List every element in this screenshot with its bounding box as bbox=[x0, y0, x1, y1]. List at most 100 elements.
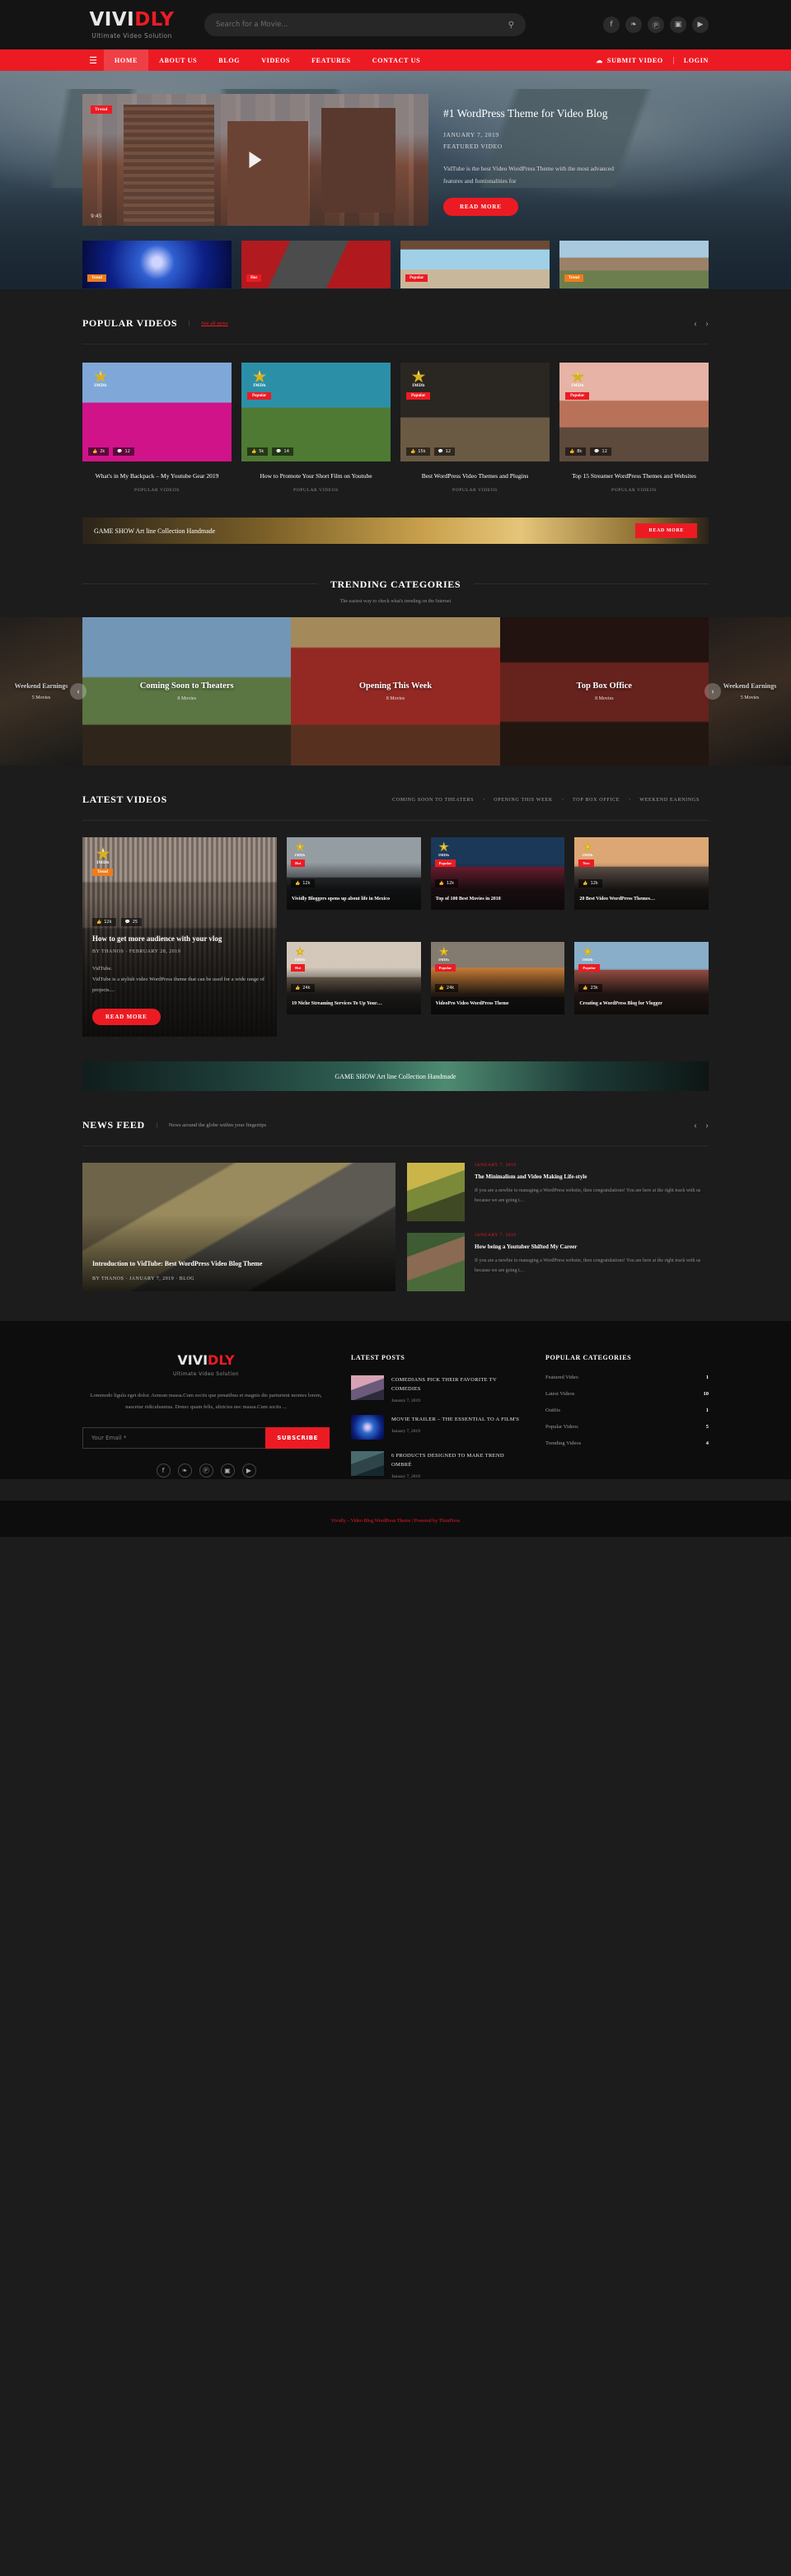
nav-item-blog[interactable]: BLOG bbox=[208, 49, 250, 71]
carousel-prev-icon[interactable]: ‹ bbox=[694, 317, 697, 330]
hero-thumb-card[interactable]: Hot A Star Being Born Full HD JANUARY 15… bbox=[241, 241, 391, 289]
latest-featured-content: ★ 9 IMDb Trend 👍 12k 💬 25 How to get more … bbox=[82, 837, 277, 1037]
latest-video-card[interactable]: ★ 5 IMDb Popular 👍 23k Creating a WordPre… bbox=[574, 942, 709, 1014]
footer-post-item[interactable]: 6 PRODUCTS DESIGNED TO MAKE TREND OMBRÉ … bbox=[351, 1450, 524, 1479]
latest-video-card[interactable]: ★ 5 IMDb New 👍 12k 20 Best Video WordPres… bbox=[574, 837, 709, 910]
logo-text: VIVIDLY bbox=[82, 8, 181, 30]
submit-video-label: SUBMIT VIDEO bbox=[606, 56, 663, 64]
comment-count: 💬 12 bbox=[113, 447, 134, 456]
hero-thumb-card[interactable]: Trend Cinematic Vimeo Videos JANUARY 16,… bbox=[82, 241, 232, 289]
tab-coming-soon-to-theaters[interactable]: COMING SOON TO THEATERS bbox=[383, 798, 483, 803]
search-input[interactable] bbox=[216, 21, 508, 29]
latest-featured-card[interactable]: ★ 9 IMDb Trend 👍 12k 💬 25 How to get more … bbox=[82, 837, 277, 1037]
imdb-score: 5 bbox=[576, 372, 579, 377]
news-list-item[interactable]: JANUARY 7, 2019 The Minimalism and Video… bbox=[407, 1163, 709, 1221]
featured-video-player[interactable]: Trend 9:45 bbox=[82, 94, 428, 226]
instagram-icon[interactable]: ▣ bbox=[220, 1464, 235, 1478]
latest-video-card[interactable]: ★ 5 IMDb Popular 👍 24k VideoPro Video Wor… bbox=[430, 942, 565, 1014]
footer-post-item[interactable]: MOVIE TRAILER – THE ESSENTIAL TO A FILM'… bbox=[351, 1414, 524, 1440]
news-item-excerpt: If you are a newbie to managing a WordPr… bbox=[475, 1258, 701, 1273]
nav-right-actions: ☁ SUBMIT VIDEO LOGIN bbox=[596, 49, 709, 71]
tab-weekend-earnings[interactable]: WEEKEND EARNINGS bbox=[630, 798, 709, 803]
login-button[interactable]: LOGIN bbox=[674, 57, 709, 64]
promo-banner-2[interactable]: GAME SHOW Art line Collection Handmade bbox=[82, 1061, 709, 1091]
footer-category-row[interactable]: Popular Videos 5 bbox=[545, 1424, 709, 1430]
video-card[interactable]: ★ 5 IMDb 👍 2k 💬 12 What's in My Backpack –… bbox=[82, 363, 232, 493]
pinterest-icon[interactable]: Ⓟ bbox=[648, 16, 664, 33]
trending-header: TRENDING CATEGORIES The easiest way to c… bbox=[0, 577, 791, 604]
hero-thumb-card[interactable]: Trend Aqua King 2018 JANUARY 13, 2019 bbox=[559, 241, 709, 289]
newsletter-email-input[interactable] bbox=[82, 1427, 266, 1450]
tab-top-box-office[interactable]: TOP BOX OFFICE bbox=[564, 798, 629, 803]
trending-category-card[interactable]: Opening This Week 8 Movies bbox=[291, 617, 500, 766]
youtube-icon[interactable]: ▶ bbox=[692, 16, 709, 33]
nav-item-about-us[interactable]: ABOUT US bbox=[148, 49, 208, 71]
footer-post-date: January 7, 2019 bbox=[391, 1428, 420, 1434]
carousel-prev-icon[interactable]: ‹ bbox=[694, 1119, 697, 1131]
video-card-category: POPULAR VIDEOS bbox=[611, 488, 657, 493]
facebook-icon[interactable]: f bbox=[156, 1464, 171, 1478]
hero-thumb-tag: Trend bbox=[87, 274, 106, 282]
news-featured-card[interactable]: Introduction to VidTube: Best WordPress … bbox=[82, 1163, 396, 1291]
hero-read-more-button[interactable]: READ MORE bbox=[443, 198, 518, 217]
footer-category-row[interactable]: Trending Videos 4 bbox=[545, 1440, 709, 1446]
footer-category-name: Popular Videos bbox=[545, 1423, 578, 1430]
logo-accent: DLY bbox=[134, 8, 175, 30]
footer-category-row[interactable]: Featured Video 1 bbox=[545, 1375, 709, 1380]
see-all-news-link[interactable]: See all news bbox=[189, 321, 228, 326]
instagram-icon[interactable]: ▣ bbox=[670, 16, 686, 33]
promo-banner[interactable]: GAME SHOW Art line Collection Handmade R… bbox=[82, 518, 709, 544]
nav-item-videos[interactable]: VIDEOS bbox=[250, 49, 301, 71]
latest-video-card[interactable]: ★ 5 IMDb Hot 👍 24k 19 Niche Streaming Ser… bbox=[287, 942, 421, 1014]
search-icon[interactable]: ⚲ bbox=[508, 21, 514, 30]
comment-icon: 💬 bbox=[124, 920, 130, 925]
footer-category-row[interactable]: Outfits 1 bbox=[545, 1407, 709, 1413]
latest-video-card[interactable]: ★ 5 IMDb Popular 👍 12k Top of 100 Best Mo… bbox=[430, 837, 565, 910]
submit-video-button[interactable]: ☁ SUBMIT VIDEO bbox=[596, 56, 674, 64]
latest-video-card[interactable]: ★ 5 IMDb Hot 👍 12k Vividly Bloggers opens… bbox=[287, 837, 421, 910]
pinterest-icon[interactable]: Ⓟ bbox=[199, 1464, 213, 1478]
footer-post-thumbnail bbox=[351, 1414, 384, 1440]
hamburger-menu-icon[interactable]: ☰ bbox=[82, 49, 104, 71]
trending-next-icon[interactable]: › bbox=[704, 683, 721, 700]
card-tag: Popular bbox=[434, 964, 456, 972]
video-card[interactable]: ★ 5 IMDb Popular 👍 8k 💬 12 Top 15 Streamer… bbox=[559, 363, 709, 493]
latest-videos-grid: ★ 9 IMDb Trend 👍 12k 💬 25 How to get more … bbox=[82, 837, 709, 1037]
video-card[interactable]: ★ 5 IMDb Popular 👍 5k 💬 14 How to Promote … bbox=[241, 363, 391, 493]
promo-read-more-button[interactable]: READ MORE bbox=[635, 523, 697, 538]
facebook-icon[interactable]: f bbox=[603, 16, 620, 33]
footer-post-item[interactable]: COMEDIANS PICK THEIR FAVORITE TV COMEDIE… bbox=[351, 1375, 524, 1403]
youtube-icon[interactable]: ▶ bbox=[241, 1464, 256, 1478]
news-list-item[interactable]: JANUARY 7, 2019 How being a Youtuber Shi… bbox=[407, 1233, 709, 1291]
video-card-title: Best WordPress Video Themes and Plugins bbox=[421, 472, 529, 480]
video-card[interactable]: ★ 5 IMDb Popular 👍 15k 💬 12 Best WordPress… bbox=[400, 363, 550, 493]
nav-item-contact-us[interactable]: CONTACT US bbox=[362, 49, 432, 71]
thumbs-up-icon: 👍 bbox=[92, 449, 98, 454]
trending-prev-icon[interactable]: ‹ bbox=[70, 683, 87, 700]
carousel-next-icon[interactable]: › bbox=[705, 1119, 709, 1131]
hero-thumb-image: Popular bbox=[400, 241, 550, 288]
nav-item-home[interactable]: HOME bbox=[104, 49, 149, 71]
nav-item-features[interactable]: FEATURES bbox=[301, 49, 362, 71]
trending-card-label: Opening This Week 8 Movies bbox=[291, 681, 499, 701]
footer-category-row[interactable]: Latest Videos 10 bbox=[545, 1391, 709, 1397]
hero-thumb-card[interactable]: Popular 6 Titles for Academy Awards JANU… bbox=[400, 241, 550, 289]
trending-category-card[interactable]: Top Box Office 8 Movies bbox=[499, 617, 709, 766]
video-card-tag: Popular bbox=[565, 392, 590, 400]
card-title: Creating a WordPress Blog for Vlogger bbox=[579, 1001, 662, 1007]
latest-featured-read-more-button[interactable]: READ MORE bbox=[92, 1009, 161, 1025]
imdb-score: 9 bbox=[101, 850, 105, 854]
twitter-icon[interactable]: ❧ bbox=[625, 16, 642, 33]
footer-logo[interactable]: VIVIDLY bbox=[82, 1352, 330, 1368]
tab-opening-this-week[interactable]: OPENING THIS WEEK bbox=[484, 798, 562, 803]
video-card-stats: 👍 15k 💬 12 bbox=[406, 447, 456, 456]
play-button-icon[interactable] bbox=[249, 152, 262, 168]
like-count: 👍 8k bbox=[565, 447, 587, 456]
twitter-icon[interactable]: ❧ bbox=[177, 1464, 192, 1478]
carousel-next-icon[interactable]: › bbox=[705, 317, 709, 330]
trending-category-card[interactable]: Coming Soon to Theaters 8 Movies bbox=[82, 617, 292, 766]
site-logo[interactable]: VIVIDLY Ultimate Video Solution bbox=[82, 8, 181, 40]
thumbs-up-icon: 👍 bbox=[583, 881, 588, 886]
subscribe-button[interactable]: SUBSCRIBE bbox=[265, 1427, 330, 1450]
search-box[interactable]: ⚲ bbox=[204, 13, 526, 36]
